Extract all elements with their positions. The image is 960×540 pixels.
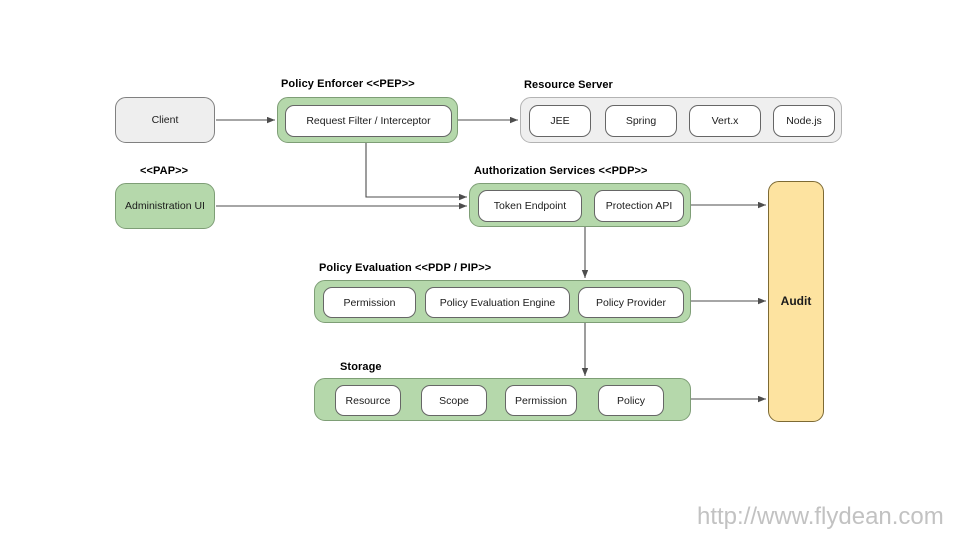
watermark-text: http://www.flydean.com — [697, 503, 944, 530]
node-resource-server-item-2-label: Vert.x — [711, 115, 739, 127]
node-storage-item-3-label: Policy — [616, 394, 645, 407]
node-policy-evaluation-item-0-label: Permission — [343, 296, 396, 309]
client-node[interactable]: Client — [115, 97, 215, 143]
node-resource-server-item-0-label: JEE — [550, 115, 570, 127]
node-policy-evaluation-item-2-label: Policy Provider — [595, 296, 667, 309]
group-policy-enforcer: Request Filter / Interceptor — [277, 97, 458, 143]
node-resource-server-item-1-label: Spring — [625, 115, 657, 127]
node-protection-api-label: Protection API — [605, 200, 673, 212]
node-policy-evaluation-item-1[interactable]: Policy Evaluation Engine — [425, 287, 570, 318]
node-resource-server-item-3[interactable]: Node.js — [773, 105, 835, 137]
node-resource-server-item-3-label: Node.js — [786, 115, 822, 127]
node-storage-item-3[interactable]: Policy — [598, 385, 664, 416]
node-storage-item-0[interactable]: Resource — [335, 385, 401, 416]
node-resource-server-item-0[interactable]: JEE — [529, 105, 591, 137]
node-request-filter-label: Request Filter / Interceptor — [306, 115, 431, 127]
node-storage-item-1[interactable]: Scope — [421, 385, 487, 416]
node-audit-label: Audit — [780, 293, 812, 308]
connector-pep-to-authorization-services — [365, 143, 467, 201]
node-token-endpoint-label: Token Endpoint — [493, 200, 567, 212]
client-label: Client — [151, 113, 179, 126]
group-policy-evaluation: Permission Policy Evaluation Engine Poli… — [314, 280, 691, 323]
group-resource-server: JEE Spring Vert.x Node.js — [520, 97, 842, 143]
node-policy-evaluation-item-2[interactable]: Policy Provider — [578, 287, 684, 318]
node-audit[interactable]: Audit — [768, 181, 824, 422]
node-storage-item-1-label: Scope — [439, 394, 469, 407]
caption-policy-enforcer: Policy Enforcer <<PEP>> — [281, 78, 415, 90]
diagram-canvas: Client Policy Enforcer <<PEP>> Request F… — [0, 0, 960, 540]
caption-authorization-services: Authorization Services <<PDP>> — [474, 165, 648, 177]
node-resource-server-item-2[interactable]: Vert.x — [689, 105, 761, 137]
node-policy-evaluation-item-0[interactable]: Permission — [323, 287, 416, 318]
group-authorization-services: Token Endpoint Protection API — [469, 183, 691, 227]
node-request-filter[interactable]: Request Filter / Interceptor — [285, 105, 452, 137]
caption-pap: <<PAP>> — [140, 165, 189, 177]
node-policy-evaluation-item-1-label: Policy Evaluation Engine — [439, 296, 556, 309]
node-storage-item-2[interactable]: Permission — [505, 385, 577, 416]
node-administration-ui[interactable]: Administration UI — [115, 183, 215, 229]
caption-resource-server: Resource Server — [524, 79, 613, 91]
node-administration-ui-label: Administration UI — [125, 199, 205, 212]
caption-storage: Storage — [340, 361, 382, 373]
caption-policy-evaluation: Policy Evaluation <<PDP / PIP>> — [319, 262, 492, 274]
node-storage-item-2-label: Permission — [515, 394, 567, 407]
group-storage: Resource Scope Permission Policy — [314, 378, 691, 421]
node-protection-api[interactable]: Protection API — [594, 190, 684, 222]
node-token-endpoint[interactable]: Token Endpoint — [478, 190, 582, 222]
node-resource-server-item-1[interactable]: Spring — [605, 105, 677, 137]
node-storage-item-0-label: Resource — [345, 394, 391, 407]
